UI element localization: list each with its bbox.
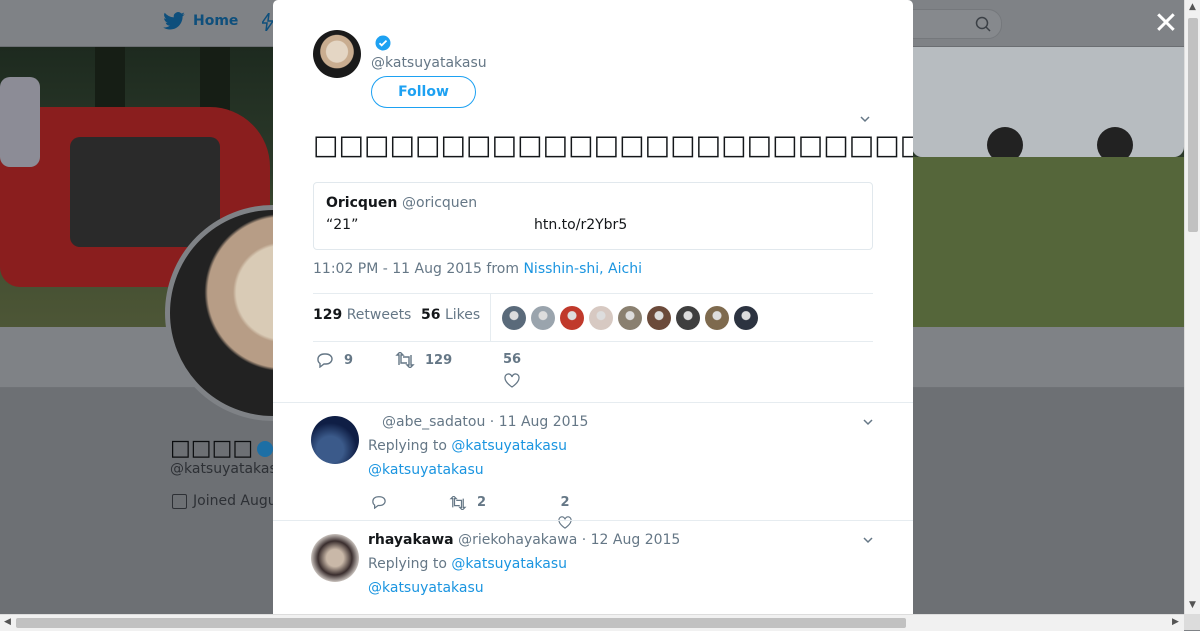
retweets-count: 129 [313, 307, 343, 323]
twitter-bird-icon [163, 12, 185, 30]
retweets-label: Retweets [346, 307, 412, 323]
profile-joined: Joined Augu [172, 493, 277, 509]
tweet-timestamp: 11:02 PM - 11 Aug 2015 from Nisshin-shi,… [313, 261, 642, 277]
retweets-stat[interactable]: 129 Retweets [313, 307, 411, 323]
profile-handle: @katsuyatakas [170, 461, 277, 477]
reply-action[interactable] [371, 495, 397, 509]
retweet-action[interactable]: 129 [395, 352, 452, 368]
tweet-stats: 129 Retweets 56 Likes [313, 293, 873, 342]
heart-icon [504, 373, 520, 388]
reply-avatar[interactable] [311, 416, 359, 464]
liker-avatar[interactable] [676, 306, 700, 330]
scrollbar-corner [1184, 614, 1200, 630]
reply-action[interactable]: 9 [316, 352, 353, 368]
reply-header: rhayakawa @riekohayakawa · 12 Aug 2015 [368, 532, 681, 548]
like-count: 56 [503, 352, 522, 367]
author-avatar[interactable] [313, 30, 361, 78]
liker-avatar[interactable] [705, 306, 729, 330]
reply-body-mention[interactable]: @katsuyatakasu [368, 580, 484, 596]
stats-divider [490, 294, 491, 341]
reply-body-mention[interactable]: @katsuyatakasu [368, 462, 484, 478]
likes-label: Likes [444, 307, 481, 323]
retweet-icon [449, 495, 467, 510]
reply-header: @abe_sadatou · 11 Aug 2015 [382, 414, 589, 430]
follow-button[interactable]: Follow [371, 76, 476, 108]
quote-link: htn.to/r2Ybr5 [534, 217, 628, 233]
reply-like-count: 2 [560, 495, 570, 510]
quoted-tweet-card[interactable]: Oricquen @oricquen “21” htn.to/r2Ybr5 [313, 182, 873, 250]
vertical-scrollbar[interactable]: ▲ ▼ [1184, 0, 1200, 614]
tweet-permalink-modal: @katsuyatakasu Follow □□□□□□□□□□□□□□□□□□… [273, 0, 913, 614]
reply-tweet[interactable]: rhayakawa @riekohayakawa · 12 Aug 2015 R… [273, 520, 913, 614]
chevron-down-icon[interactable] [863, 417, 873, 427]
reply-icon [317, 353, 333, 368]
reply-avatar[interactable] [311, 534, 359, 582]
replying-to-link[interactable]: @katsuyatakasu [451, 438, 567, 454]
vertical-scroll-thumb[interactable] [1188, 18, 1198, 232]
profile-name-text: □□□□ [170, 436, 254, 461]
replying-to: Replying to @katsuyatakasu [368, 438, 567, 454]
reply-author-handle[interactable]: @riekohayakawa [458, 532, 577, 548]
retweet-count: 129 [425, 352, 453, 368]
profile-name: □□□□ [170, 436, 274, 461]
like-action[interactable]: 56 [503, 352, 521, 388]
search-input[interactable] [900, 9, 1002, 39]
quote-author-name: Oricquen [326, 195, 398, 211]
reply-author-name[interactable]: rhayakawa [368, 532, 454, 548]
liker-avatar[interactable] [502, 306, 526, 330]
reply-author-handle[interactable]: @abe_sadatou [382, 414, 485, 430]
author-handle[interactable]: @katsuyatakasu [371, 55, 487, 71]
tweet-location-link[interactable]: Nisshin-shi, Aichi [523, 261, 642, 277]
search-icon[interactable] [975, 16, 991, 32]
close-icon[interactable]: ✕ [1152, 9, 1180, 39]
liker-avatar[interactable] [531, 306, 555, 330]
horizontal-scrollbar[interactable]: ◀ ▶ [0, 614, 1184, 631]
retweet-icon [395, 352, 415, 368]
liker-avatar[interactable] [647, 306, 671, 330]
tweet-time: 11:02 PM - 11 Aug 2015 [313, 261, 482, 277]
liker-avatars [502, 306, 758, 330]
verified-badge-icon [375, 35, 391, 51]
replying-to-link[interactable]: @katsuyatakasu [451, 556, 567, 572]
tweet-actions: 9 129 56 [313, 352, 873, 392]
scroll-down-icon[interactable]: ▼ [1189, 600, 1196, 610]
tweet-from: from [486, 261, 519, 277]
cover-bus [912, 47, 1184, 163]
scroll-up-icon[interactable]: ▲ [1189, 2, 1196, 12]
replying-to-label: Replying to [368, 556, 447, 572]
reply-icon [372, 496, 386, 509]
reply-date[interactable]: 12 Aug 2015 [591, 532, 681, 548]
retweet-action[interactable]: 2 [449, 495, 486, 510]
chevron-down-icon[interactable] [860, 114, 870, 124]
replying-to-label: Replying to [368, 438, 447, 454]
reply-retweet-count: 2 [477, 495, 487, 510]
liker-avatar[interactable] [618, 306, 642, 330]
reply-count: 9 [344, 352, 354, 368]
scroll-right-icon[interactable]: ▶ [1172, 617, 1179, 627]
replying-to: Replying to @katsuyatakasu [368, 556, 567, 572]
verified-icon [257, 440, 274, 457]
reply-date[interactable]: 11 Aug 2015 [499, 414, 589, 430]
quote-author-handle: @oricquen [402, 195, 478, 211]
likes-stat[interactable]: 56 Likes [421, 307, 480, 323]
nav-home[interactable]: Home [163, 12, 238, 30]
calendar-icon [172, 493, 187, 509]
likes-count: 56 [421, 307, 441, 323]
horizontal-scroll-thumb[interactable] [16, 618, 906, 628]
reply-tweet[interactable]: @abe_sadatou · 11 Aug 2015 Replying to @… [273, 402, 913, 529]
liker-avatar[interactable] [560, 306, 584, 330]
quote-text: “21” [326, 217, 359, 233]
liker-avatar[interactable] [589, 306, 613, 330]
profile-joined-text: Joined Augu [193, 493, 277, 509]
scroll-left-icon[interactable]: ◀ [4, 617, 11, 627]
liker-avatar[interactable] [734, 306, 758, 330]
tweet-text: □□□□□□□□□□□□□□□□□□□□□□□□□□□□□□□□□□□□□□□□… [313, 130, 913, 161]
chevron-down-icon[interactable] [863, 535, 873, 545]
nav-home-label: Home [193, 13, 239, 29]
